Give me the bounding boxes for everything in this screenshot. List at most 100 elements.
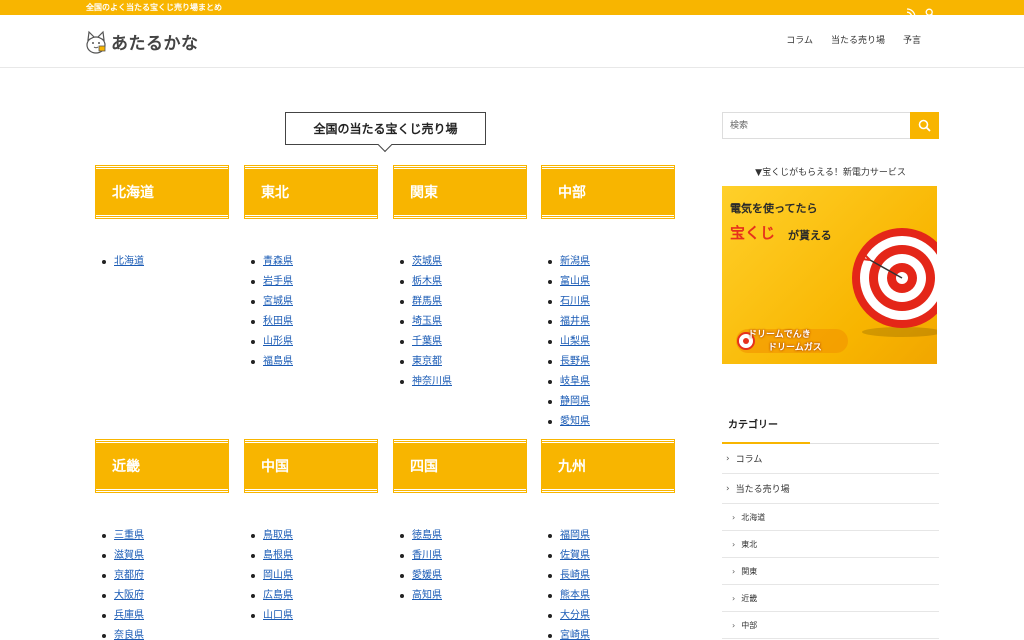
prefecture-link[interactable]: 青森県: [263, 252, 293, 272]
prefecture-item: 山形県: [251, 332, 377, 352]
prefecture-link[interactable]: 長野県: [560, 352, 590, 372]
prefecture-link[interactable]: 宮崎県: [560, 626, 590, 640]
prefecture-link[interactable]: 埼玉県: [412, 312, 442, 332]
top-bar: 全国のよく当たる宝くじ売り場まとめ: [0, 0, 1024, 18]
bullet-icon: [400, 360, 404, 364]
region-block: 四国徳島県 香川県 愛媛県 高知県: [394, 440, 526, 606]
category-item[interactable]: › 当たる売り場: [722, 474, 939, 504]
region-block: 中国 鳥取県 島根県 岡山県 広島県 山口県: [245, 440, 377, 626]
prefecture-item: 岐阜県: [548, 372, 674, 392]
subcategory-item[interactable]: › 関東: [722, 558, 939, 585]
prefecture-list: 鳥取県 島根県 岡山県 広島県 山口県: [245, 526, 377, 626]
global-nav: コラム 当たる売り場 予言: [777, 34, 930, 48]
subcategory-item[interactable]: › 東北: [722, 531, 939, 558]
subcategory-item[interactable]: › 近畿: [722, 585, 939, 612]
prefecture-item: 千葉県: [400, 332, 526, 352]
chevron-right-icon: ›: [732, 593, 736, 603]
prefecture-item: 兵庫県: [102, 606, 228, 626]
prefecture-link[interactable]: 千葉県: [412, 332, 442, 352]
bullet-icon: [102, 534, 106, 538]
prefecture-link[interactable]: 佐賀県: [560, 546, 590, 566]
rss-icon[interactable]: [906, 3, 916, 18]
category-item[interactable]: › コラム: [722, 444, 939, 474]
prefecture-link[interactable]: 岐阜県: [560, 372, 590, 392]
banner-line2-rest: が貰える: [788, 229, 832, 242]
prefecture-item: 長崎県: [548, 566, 674, 586]
region-heading: 北海道: [96, 166, 228, 218]
region-heading: 四国: [394, 440, 526, 492]
prefecture-link[interactable]: 福島県: [263, 352, 293, 372]
banner-line2-red: 宝くじ: [730, 224, 776, 242]
prefecture-link[interactable]: 徳島県: [412, 526, 442, 546]
prefecture-link[interactable]: 兵庫県: [114, 606, 144, 626]
prefecture-link[interactable]: 神奈川県: [412, 372, 452, 392]
prefecture-link[interactable]: 東京都: [412, 352, 442, 372]
brand-gas: ドリームガス: [768, 343, 822, 353]
prefecture-link[interactable]: 京都府: [114, 566, 144, 586]
site-tagline: 全国のよく当たる宝くじ売り場まとめ: [86, 3, 222, 12]
prefecture-link[interactable]: 静岡県: [560, 392, 590, 412]
prefecture-item: 香川県: [400, 546, 526, 566]
prefecture-link[interactable]: 長崎県: [560, 566, 590, 586]
site-logo[interactable]: あたるかな: [85, 28, 199, 55]
prefecture-link[interactable]: 群馬県: [412, 292, 442, 312]
nav-item-prophecy[interactable]: 予言: [894, 34, 930, 48]
prefecture-link[interactable]: 栃木県: [412, 272, 442, 292]
prefecture-link[interactable]: 香川県: [412, 546, 442, 566]
prefecture-link[interactable]: 宮城県: [263, 292, 293, 312]
prefecture-link[interactable]: 鳥取県: [263, 526, 293, 546]
bullet-icon: [251, 614, 255, 618]
prefecture-link[interactable]: 山形県: [263, 332, 293, 352]
prefecture-list: 三重県 滋賀県 京都府 大阪府 兵庫県 奈良県: [96, 526, 228, 640]
prefecture-item: 大阪府: [102, 586, 228, 606]
prefecture-link[interactable]: 熊本県: [560, 586, 590, 606]
prefecture-link[interactable]: 福岡県: [560, 526, 590, 546]
bullet-icon: [400, 594, 404, 598]
prefecture-item: 鳥取県: [251, 526, 377, 546]
prefecture-link[interactable]: 茨城県: [412, 252, 442, 272]
search-input[interactable]: [723, 113, 911, 138]
prefecture-link[interactable]: 大阪府: [114, 586, 144, 606]
prefecture-link[interactable]: 北海道: [114, 252, 144, 272]
prefecture-link[interactable]: 奈良県: [114, 626, 144, 640]
promo-banner[interactable]: 電気を使ってたら 宝くじ が貰える ドリームでんき ドリームガス: [722, 186, 937, 364]
prefecture-link[interactable]: 三重県: [114, 526, 144, 546]
bullet-icon: [548, 534, 552, 538]
prefecture-link[interactable]: 滋賀県: [114, 546, 144, 566]
prefecture-item: 静岡県: [548, 392, 674, 412]
subcategory-item[interactable]: › 北海道: [722, 504, 939, 531]
prefecture-item: 茨城県: [400, 252, 526, 272]
prefecture-link[interactable]: 愛媛県: [412, 566, 442, 586]
prefecture-link[interactable]: 秋田県: [263, 312, 293, 332]
prefecture-link[interactable]: 福井県: [560, 312, 590, 332]
prefecture-link[interactable]: 広島県: [263, 586, 293, 606]
cat-mascot-icon: [86, 30, 106, 54]
bullet-icon: [102, 634, 106, 638]
prefecture-link[interactable]: 高知県: [412, 586, 442, 606]
nav-item-column[interactable]: コラム: [777, 34, 822, 48]
prefecture-link[interactable]: 愛知県: [560, 412, 590, 432]
prefecture-link[interactable]: 石川県: [560, 292, 590, 312]
brand-denki: ドリームでんき: [748, 330, 811, 340]
search-button[interactable]: [910, 112, 939, 139]
subcategory-label: 近畿: [741, 593, 758, 603]
nav-item-lucky-shops[interactable]: 当たる売り場: [822, 34, 894, 48]
prefecture-link[interactable]: 岩手県: [263, 272, 293, 292]
prefecture-link[interactable]: 岡山県: [263, 566, 293, 586]
chevron-right-icon: ›: [732, 539, 736, 549]
subcategory-item[interactable]: › 中部: [722, 612, 939, 639]
search-icon[interactable]: [925, 3, 935, 18]
prefecture-link[interactable]: 富山県: [560, 272, 590, 292]
chevron-right-icon: ›: [732, 566, 736, 576]
search-icon: [918, 119, 931, 132]
prefecture-item: 岡山県: [251, 566, 377, 586]
bullet-icon: [548, 300, 552, 304]
prefecture-link[interactable]: 山口県: [263, 606, 293, 626]
prefecture-link[interactable]: 山梨県: [560, 332, 590, 352]
prefecture-link[interactable]: 新潟県: [560, 252, 590, 272]
bullet-icon: [251, 574, 255, 578]
bullet-icon: [102, 614, 106, 618]
prefecture-link[interactable]: 大分県: [560, 606, 590, 626]
prefecture-item: 神奈川県: [400, 372, 526, 392]
prefecture-link[interactable]: 島根県: [263, 546, 293, 566]
